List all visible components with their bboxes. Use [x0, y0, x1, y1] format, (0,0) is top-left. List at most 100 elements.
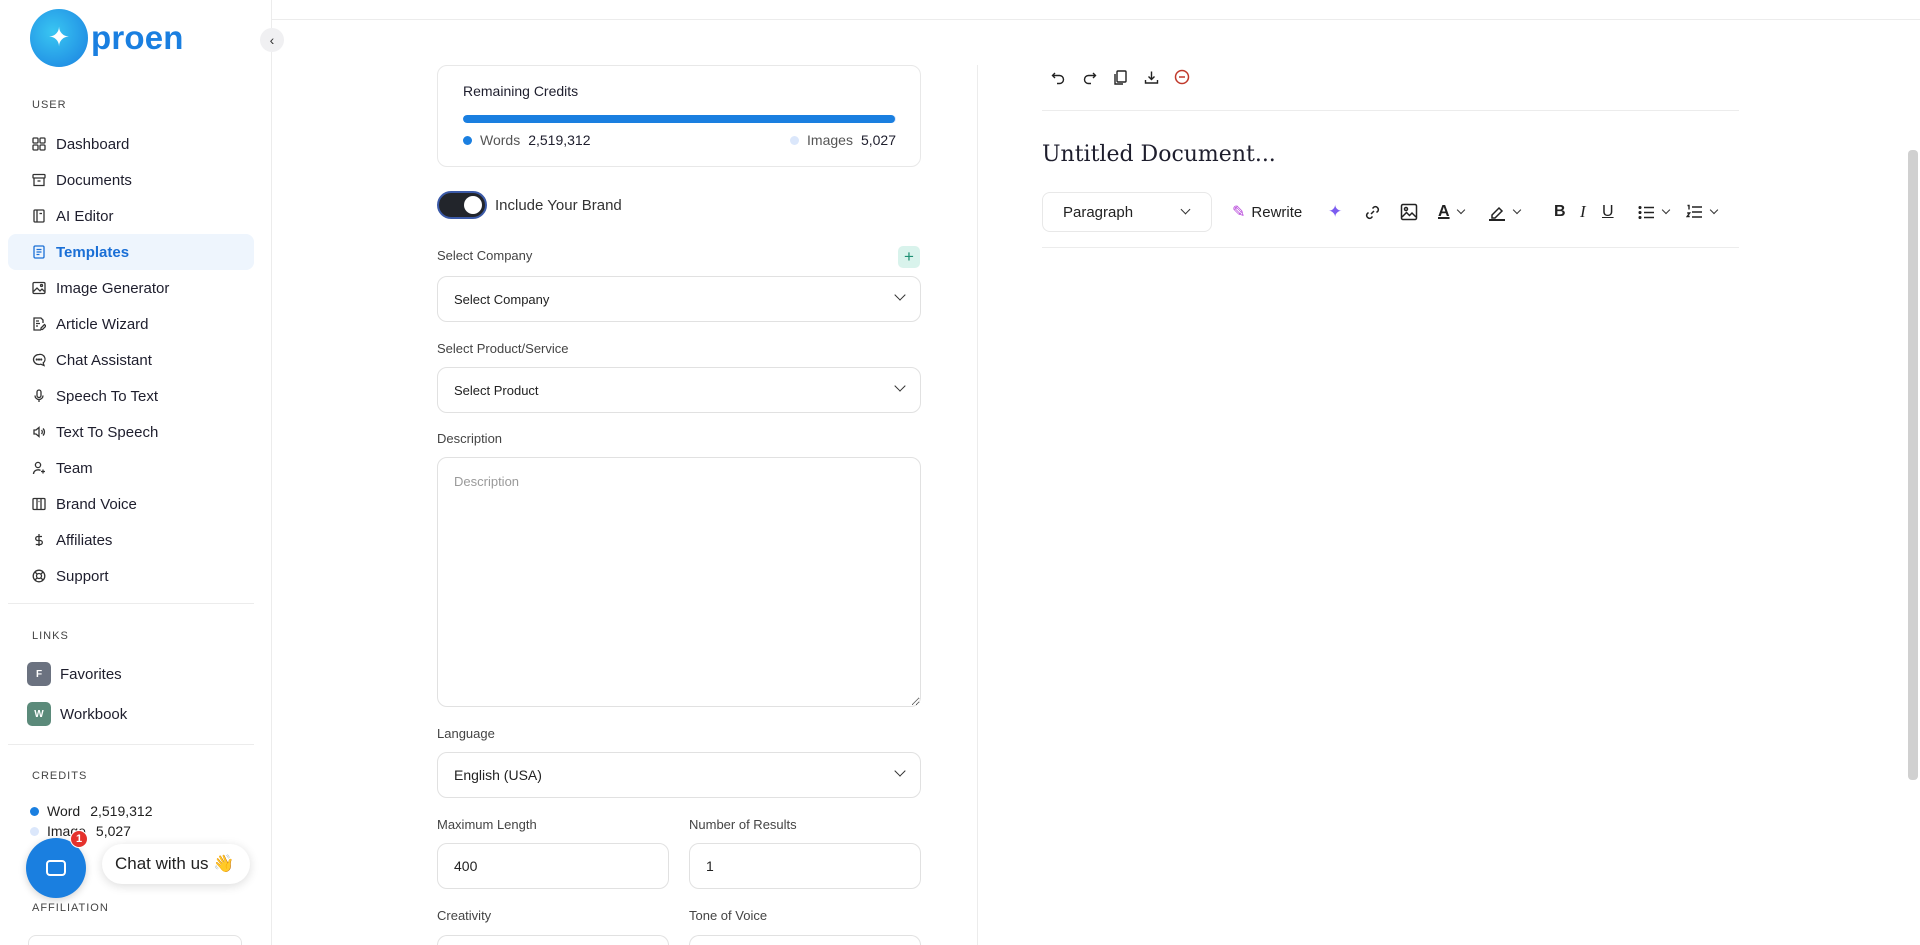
description-textarea[interactable]	[437, 457, 921, 707]
sidebar-item-team[interactable]: Team	[8, 450, 254, 486]
sidebar-item-ai-editor[interactable]: AI Editor	[8, 198, 254, 234]
bullet-list-button[interactable]	[1638, 202, 1671, 222]
tone-of-voice-dropdown[interactable]	[689, 935, 921, 945]
numbered-list-button[interactable]	[1686, 202, 1719, 222]
paragraph-style-value: Paragraph	[1063, 203, 1134, 221]
chevron-down-icon	[1661, 205, 1671, 215]
archive-icon	[31, 172, 47, 188]
sidebar-nav: Dashboard Documents AI Editor Templates	[8, 126, 254, 594]
microphone-icon	[31, 388, 47, 404]
select-product-label: Select Product/Service	[437, 341, 569, 356]
sidebar-item-label: Affiliates	[56, 531, 113, 549]
chevron-left-icon: ‹	[269, 32, 275, 48]
bold-button[interactable]: B	[1554, 202, 1566, 222]
include-brand-toggle[interactable]	[437, 191, 487, 219]
select-company-label: Select Company	[437, 248, 533, 263]
text-color-button[interactable]: A	[1438, 202, 1465, 222]
bullet-list-icon	[1638, 205, 1654, 219]
credit-value: 2,519,312	[90, 803, 153, 819]
link-icon[interactable]	[1364, 202, 1381, 222]
delete-icon[interactable]	[1173, 68, 1191, 86]
sidebar-item-label: Support	[56, 567, 109, 585]
image-icon	[31, 280, 47, 296]
article-icon	[31, 316, 47, 332]
dollar-icon	[31, 532, 47, 548]
brand-name: proen	[91, 19, 184, 56]
chat-with-us-button[interactable]: Chat with us 👋	[102, 844, 251, 884]
editor-divider	[1042, 110, 1739, 111]
page-scrollbar[interactable]	[1908, 150, 1918, 780]
section-label-links: LINKS	[32, 630, 69, 642]
section-label-user: USER	[32, 99, 67, 111]
sidebar-item-dashboard[interactable]: Dashboard	[8, 126, 254, 162]
sidebar-item-label: Image Generator	[56, 279, 170, 297]
sidebar: proen USER Dashboard Documents AI Edit	[0, 0, 272, 945]
ai-sparkle-icon[interactable]: ✦	[1328, 202, 1342, 222]
select-product-value: Select Product	[454, 382, 539, 398]
workbook-badge: W	[27, 702, 51, 726]
language-value: English (USA)	[454, 767, 542, 783]
credit-label: Word	[47, 803, 81, 819]
sidebar-link-favorites[interactable]: F Favorites	[27, 662, 122, 686]
remaining-credits-title: Remaining Credits	[463, 83, 579, 99]
sidebar-item-templates[interactable]: Templates	[8, 234, 254, 270]
sidebar-item-label: AI Editor	[56, 207, 114, 225]
select-company-dropdown[interactable]: Select Company	[437, 276, 921, 322]
sidebar-item-label: Templates	[56, 243, 130, 261]
words-credit: Words 2,519,312	[463, 132, 591, 148]
select-product-dropdown[interactable]: Select Product	[437, 367, 921, 413]
max-length-input[interactable]	[437, 843, 669, 889]
creativity-label: Creativity	[437, 908, 492, 923]
highlight-color-button[interactable]	[1488, 202, 1522, 222]
sidebar-item-support[interactable]: Support	[8, 558, 254, 594]
top-header-divider	[272, 19, 1920, 20]
undo-icon[interactable]	[1049, 68, 1067, 86]
collapse-sidebar-button[interactable]: ‹	[260, 28, 284, 52]
logo-mark-icon	[30, 9, 88, 67]
chevron-down-icon	[1512, 205, 1522, 215]
copy-icon[interactable]	[1111, 68, 1129, 86]
sidebar-item-image-generator[interactable]: Image Generator	[8, 270, 254, 306]
document-title[interactable]: Untitled Document...	[1042, 142, 1276, 167]
sidebar-item-label: Speech To Text	[56, 387, 159, 405]
sidebar-item-label: Chat Assistant	[56, 351, 152, 369]
num-results-input[interactable]	[689, 843, 921, 889]
sidebar-item-affiliates[interactable]: Affiliates	[8, 522, 254, 558]
images-credit: Images 5,027	[790, 132, 896, 148]
sidebar-item-chat-assistant[interactable]: Chat Assistant	[8, 342, 254, 378]
description-label: Description	[437, 431, 503, 446]
editor-toolbar: Paragraph ✎ Rewrite ✦ A B I U	[1042, 192, 1739, 248]
images-dot-icon	[790, 135, 800, 145]
sidebar-link-workbook[interactable]: W Workbook	[27, 702, 127, 726]
italic-button[interactable]: I	[1580, 202, 1586, 222]
tone-of-voice-label: Tone of Voice	[689, 908, 768, 923]
download-icon[interactable]	[1142, 68, 1160, 86]
insert-image-icon[interactable]	[1400, 202, 1418, 222]
grid-icon	[31, 136, 47, 152]
editor-action-bar	[1049, 68, 1204, 86]
sidebar-item-brand-voice[interactable]: Brand Voice	[8, 486, 254, 522]
brand-logo[interactable]: proen	[30, 9, 184, 67]
sidebar-divider	[8, 603, 254, 604]
image-dot-icon	[30, 826, 39, 836]
add-company-button[interactable]: +	[898, 246, 920, 268]
sidebar-item-label: Documents	[56, 171, 132, 189]
numbered-list-icon	[1686, 204, 1702, 218]
columns-icon	[31, 496, 47, 512]
lifebuoy-icon	[31, 568, 47, 584]
sidebar-item-article-wizard[interactable]: Article Wizard	[8, 306, 254, 342]
underline-button[interactable]: U	[1602, 202, 1614, 222]
language-dropdown[interactable]: English (USA)	[437, 752, 921, 798]
app-root: proen USER Dashboard Documents AI Edit	[0, 0, 1920, 945]
sidebar-item-documents[interactable]: Documents	[8, 162, 254, 198]
sidebar-item-text-to-speech[interactable]: Text To Speech	[8, 414, 254, 450]
creativity-dropdown[interactable]	[437, 935, 669, 945]
notebook-icon	[31, 208, 47, 224]
rewrite-button[interactable]: ✎ Rewrite	[1232, 202, 1302, 222]
link-label: Favorites	[60, 665, 122, 683]
paragraph-style-dropdown[interactable]: Paragraph	[1042, 192, 1212, 232]
chevron-down-icon	[894, 765, 906, 777]
rewrite-label: Rewrite	[1251, 203, 1303, 221]
redo-icon[interactable]	[1080, 68, 1098, 86]
sidebar-item-speech-to-text[interactable]: Speech To Text	[8, 378, 254, 414]
